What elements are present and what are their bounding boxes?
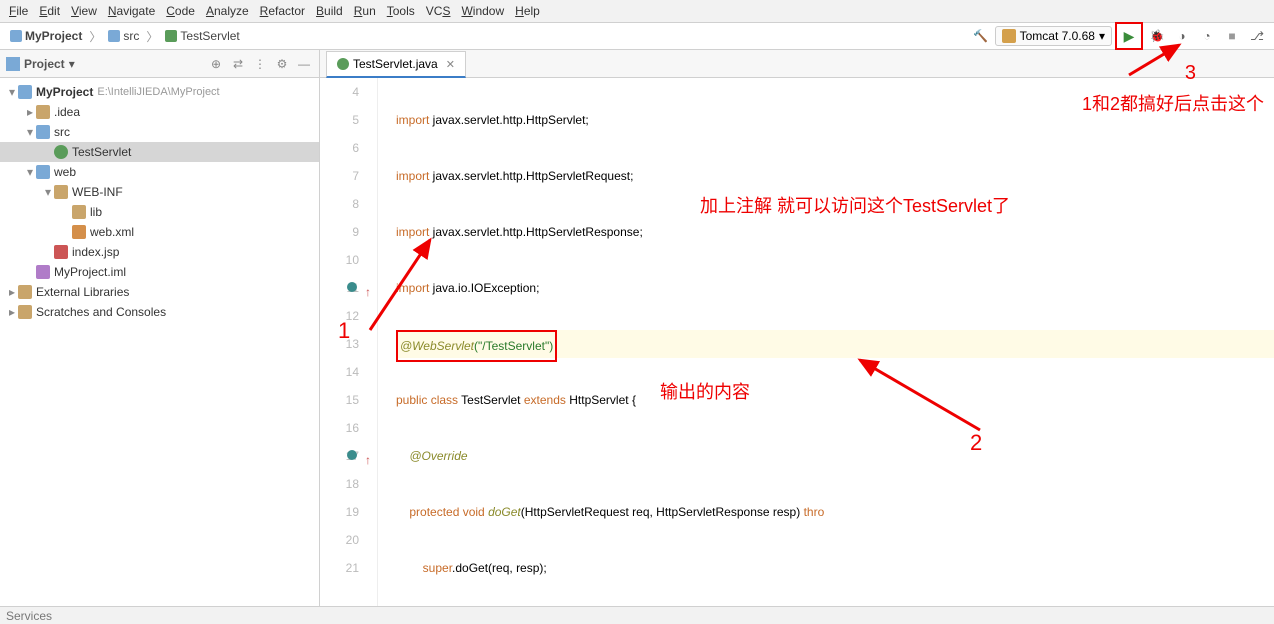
- tree-item-Scratches and Consoles[interactable]: ▸Scratches and Consoles: [0, 302, 319, 322]
- menu-help[interactable]: Help: [510, 2, 545, 20]
- settings-icon[interactable]: ⚙: [273, 57, 291, 71]
- coverage-button[interactable]: ◑: [1171, 25, 1193, 47]
- breadcrumb-sep: 〉: [144, 28, 160, 45]
- run-config-label: Tomcat 7.0.68: [1020, 29, 1095, 43]
- tomcat-icon: [1002, 29, 1016, 43]
- project-icon: [6, 57, 20, 71]
- menu-code[interactable]: Code: [161, 2, 200, 20]
- project-title[interactable]: Project ▾: [6, 57, 203, 71]
- menu-run[interactable]: Run: [349, 2, 381, 20]
- tree-item-web[interactable]: ▾web: [0, 162, 319, 182]
- folder-icon: [10, 30, 22, 42]
- run-config-selector[interactable]: Tomcat 7.0.68 ▾: [995, 26, 1112, 46]
- tree-item-External Libraries[interactable]: ▸External Libraries: [0, 282, 319, 302]
- breadcrumb: MyProject 〉 src 〉 TestServlet: [6, 28, 970, 45]
- build-button[interactable]: 🔨: [970, 25, 992, 47]
- project-tree[interactable]: ▾MyProjectE:\IntelliJIEDA\MyProject▸.ide…: [0, 78, 319, 326]
- navigation-bar: MyProject 〉 src 〉 TestServlet 🔨 Tomcat 7…: [0, 22, 1274, 50]
- dropdown-icon: ▾: [1099, 29, 1105, 43]
- editor: TestServlet.java ✕ 4567891011↑1213141516…: [320, 50, 1274, 606]
- gutter[interactable]: 4567891011↑121314151617↑18192021: [320, 78, 378, 606]
- tree-item-index.jsp[interactable]: index.jsp: [0, 242, 319, 262]
- collapse-icon[interactable]: ⋮: [251, 57, 269, 71]
- menu-edit[interactable]: Edit: [34, 2, 65, 20]
- menu-navigate[interactable]: Navigate: [103, 2, 160, 20]
- tree-item-MyProject.iml[interactable]: MyProject.iml: [0, 262, 319, 282]
- menu-window[interactable]: Window: [456, 2, 509, 20]
- tab-testservlet[interactable]: TestServlet.java ✕: [326, 51, 466, 78]
- crumb-src[interactable]: src: [104, 28, 143, 44]
- folder-icon: [108, 30, 120, 42]
- close-icon[interactable]: ✕: [446, 58, 455, 71]
- play-icon: ▶: [1124, 28, 1135, 45]
- tree-item-MyProject[interactable]: ▾MyProjectE:\IntelliJIEDA\MyProject: [0, 82, 319, 102]
- profile-button[interactable]: ◔: [1196, 25, 1218, 47]
- expand-all-icon[interactable]: ⇄: [229, 57, 247, 71]
- scroll-from-source-icon[interactable]: ⊕: [207, 57, 225, 71]
- editor-tabs: TestServlet.java ✕: [320, 50, 1274, 78]
- menu-build[interactable]: Build: [311, 2, 348, 20]
- menu-vcs[interactable]: VCS: [421, 2, 456, 20]
- tree-item-TestServlet[interactable]: TestServlet: [0, 142, 319, 162]
- crumb-project[interactable]: MyProject: [6, 28, 86, 44]
- breadcrumb-sep: 〉: [87, 28, 103, 45]
- hide-icon[interactable]: —: [295, 57, 313, 71]
- project-toolwindow: Project ▾ ⊕ ⇄ ⋮ ⚙ — ▾MyProjectE:\Intelli…: [0, 50, 320, 606]
- tree-item-WEB-INF[interactable]: ▾WEB-INF: [0, 182, 319, 202]
- code-body[interactable]: import javax.servlet.http.HttpServlet; i…: [378, 78, 1274, 606]
- toolbar-right: 🔨 Tomcat 7.0.68 ▾ ▶ 🐞 ◑ ◔ ■ ⎇: [970, 22, 1268, 50]
- run-button-highlight: ▶: [1115, 22, 1143, 50]
- git-button[interactable]: ⎇: [1246, 25, 1268, 47]
- debug-button[interactable]: 🐞: [1146, 25, 1168, 47]
- project-header: Project ▾ ⊕ ⇄ ⋮ ⚙ —: [0, 50, 319, 78]
- tree-item-lib[interactable]: lib: [0, 202, 319, 222]
- class-icon: [165, 30, 177, 42]
- run-button[interactable]: ▶: [1118, 25, 1140, 47]
- menu-file[interactable]: File: [4, 2, 33, 20]
- stop-button[interactable]: ■: [1221, 25, 1243, 47]
- main-menu: FileEditViewNavigateCodeAnalyzeRefactorB…: [0, 0, 1274, 22]
- menu-analyze[interactable]: Analyze: [201, 2, 254, 20]
- tree-item-.idea[interactable]: ▸.idea: [0, 102, 319, 122]
- menu-view[interactable]: View: [66, 2, 102, 20]
- crumb-class[interactable]: TestServlet: [161, 28, 243, 44]
- tab-label: TestServlet.java: [353, 57, 438, 71]
- tree-item-src[interactable]: ▾src: [0, 122, 319, 142]
- tree-item-web.xml[interactable]: web.xml: [0, 222, 319, 242]
- menu-refactor[interactable]: Refactor: [255, 2, 310, 20]
- status-bar: Services: [0, 606, 1274, 624]
- class-icon: [337, 58, 349, 70]
- menu-tools[interactable]: Tools: [382, 2, 420, 20]
- status-text[interactable]: Services: [6, 609, 52, 623]
